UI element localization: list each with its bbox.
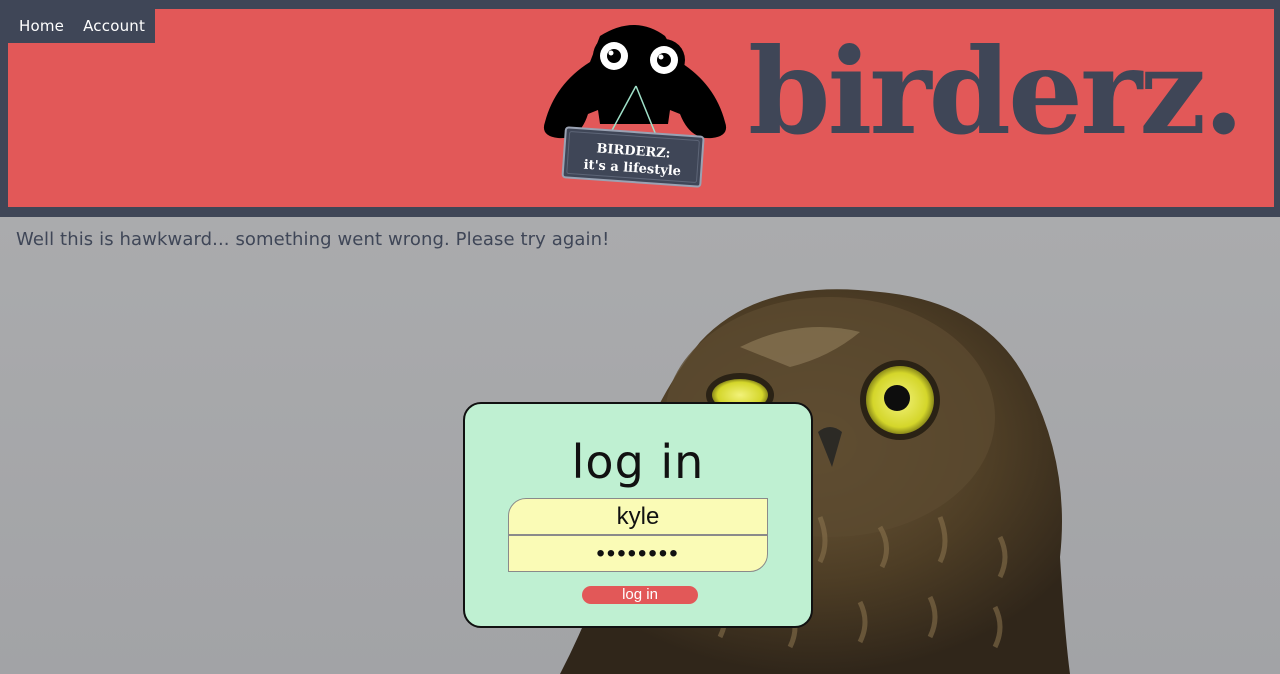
password-field[interactable] bbox=[508, 535, 768, 572]
nav-account-link[interactable]: Account bbox=[83, 17, 145, 35]
birder-mascot-logo: BIRDERZ: it's a lifestyle bbox=[543, 25, 727, 188]
nav-home-link[interactable]: Home bbox=[19, 17, 64, 35]
header: Home Account BIRDERZ: it's a lifestyle b… bbox=[0, 0, 1280, 217]
brand-wordmark: birderz. bbox=[748, 22, 1244, 161]
top-nav: Home Account bbox=[8, 9, 156, 43]
login-card: log in log in bbox=[463, 402, 813, 628]
login-title: log in bbox=[571, 435, 705, 489]
error-message: Well this is hawkward... something went … bbox=[16, 229, 610, 250]
username-field[interactable] bbox=[508, 498, 768, 535]
login-button[interactable]: log in bbox=[582, 586, 698, 604]
